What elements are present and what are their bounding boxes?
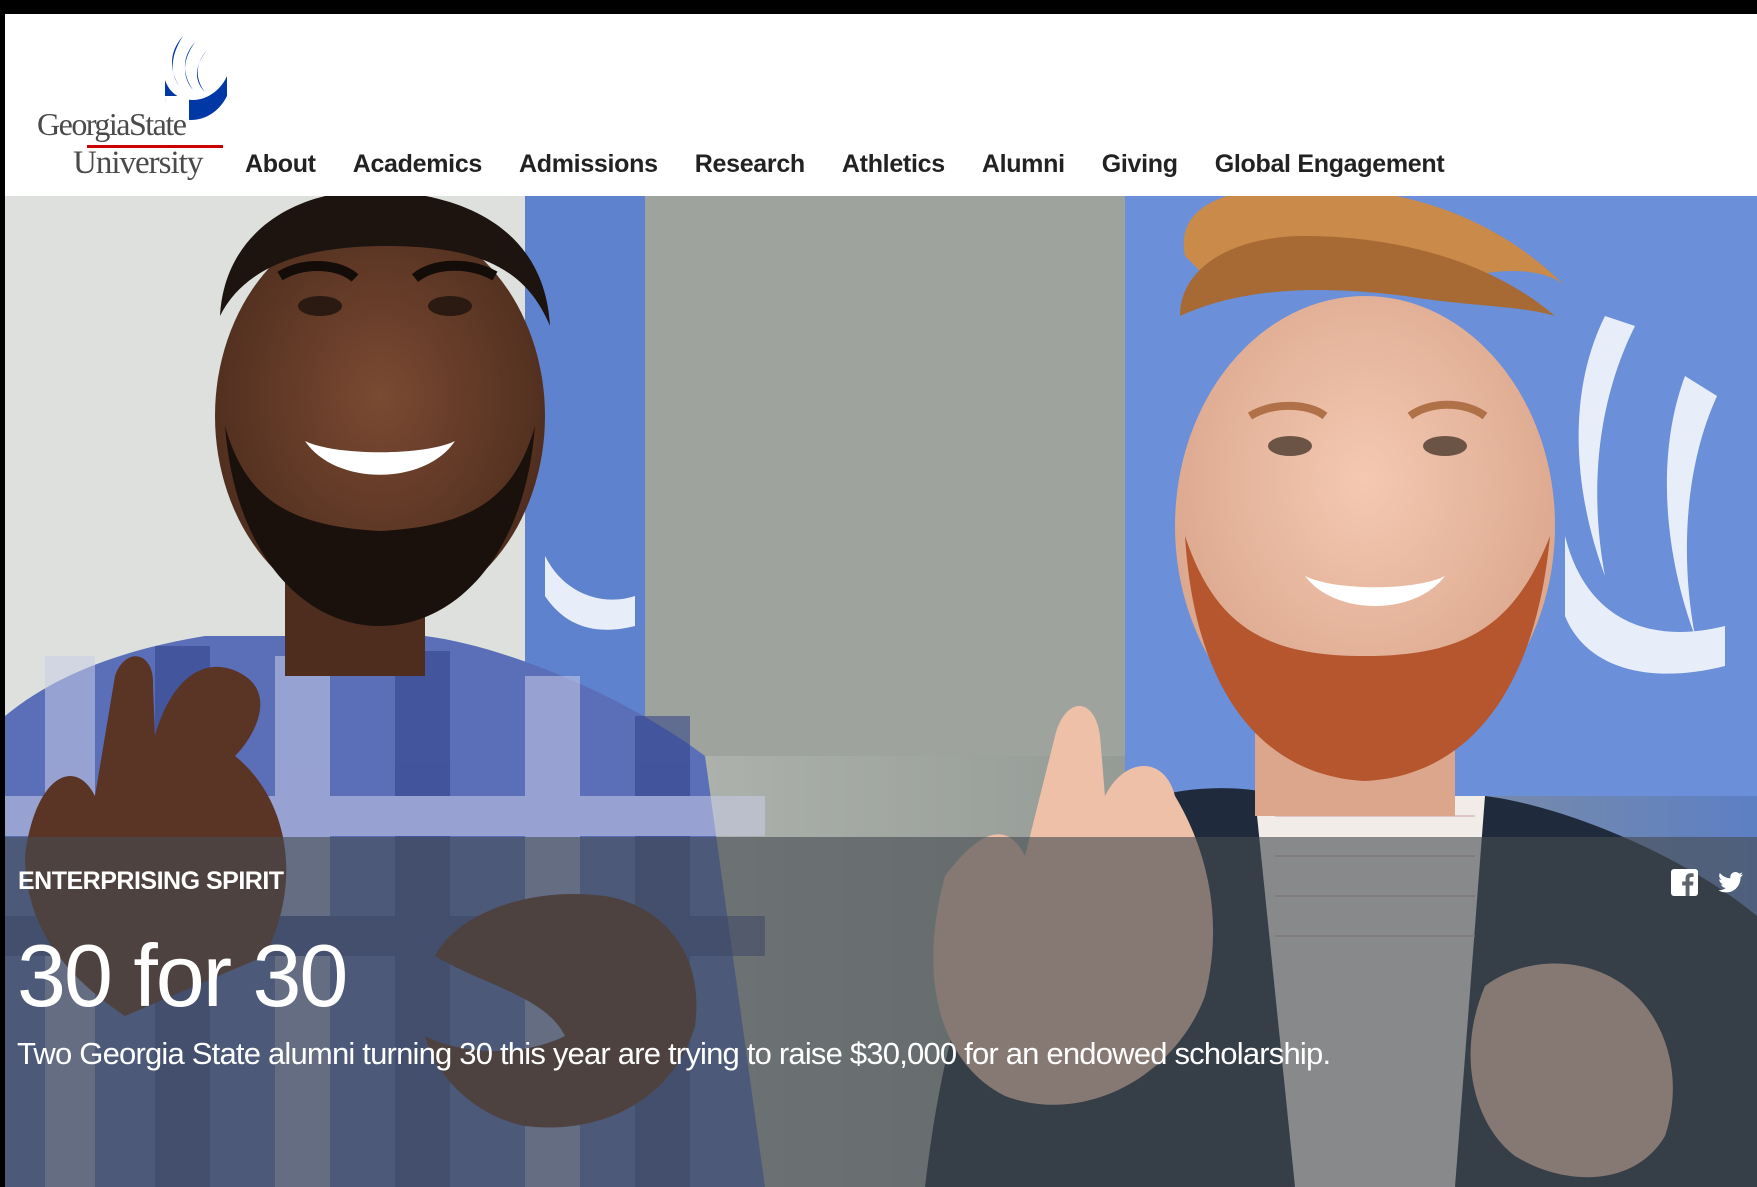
nav-item-global-engagement[interactable]: Global Engagement	[1215, 150, 1445, 179]
twitter-icon[interactable]	[1717, 869, 1744, 896]
nav-item-athletics[interactable]: Athletics	[842, 150, 945, 179]
nav-item-alumni[interactable]: Alumni	[982, 150, 1065, 179]
logo-wordmark-line1: GeorgiaState	[37, 106, 187, 142]
story-kicker[interactable]: ENTERPRISING SPIRIT	[18, 867, 284, 896]
nav-item-giving[interactable]: Giving	[1102, 150, 1178, 179]
site-header: GeorgiaState University About Academics …	[5, 14, 1757, 196]
facebook-icon[interactable]	[1671, 869, 1698, 896]
page-frame: GeorgiaState University About Academics …	[5, 14, 1757, 1187]
nav-item-about[interactable]: About	[245, 150, 316, 179]
main-nav: About Academics Admissions Research Athl…	[245, 150, 1481, 179]
nav-item-research[interactable]: Research	[695, 150, 805, 179]
gsu-logo[interactable]: GeorgiaState University	[29, 24, 229, 194]
logo-wordmark-line2: University	[73, 145, 203, 181]
story-headline[interactable]: 30 for 30	[17, 932, 348, 1020]
nav-item-admissions[interactable]: Admissions	[519, 150, 658, 179]
nav-item-academics[interactable]: Academics	[353, 150, 483, 179]
story-description: Two Georgia State alumni turning 30 this…	[17, 1036, 1331, 1071]
